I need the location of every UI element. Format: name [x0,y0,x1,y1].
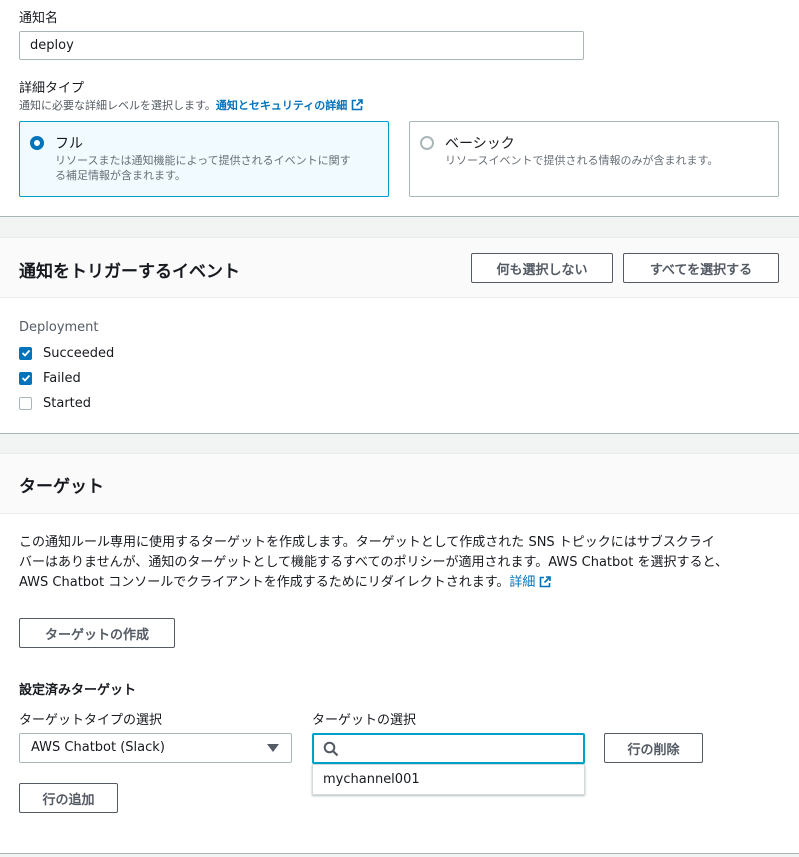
caret-down-icon [267,744,279,752]
succeeded-label: Succeeded [43,345,115,361]
notification-settings-panel: 通知名 詳細タイプ 通知に必要な詳細レベルを選択します。通知とセキュリティの詳細… [0,0,799,217]
deployment-group-label: Deployment [19,320,99,335]
targets-title: ターゲット [19,477,104,497]
basic-radio[interactable] [420,136,434,150]
failed-label: Failed [43,370,81,386]
started-checkbox[interactable] [19,396,32,410]
target-type-select[interactable]: AWS Chatbot (Slack) [19,733,292,763]
detail-type-label: 詳細タイプ [19,81,85,96]
succeeded-checkbox[interactable] [19,346,32,360]
detail-type-tile-basic[interactable]: ベーシック リソースイベントで提供される情報のみが含まれます。 [409,121,779,197]
target-dropdown: mychannel001 [312,764,585,795]
failed-checkbox[interactable] [19,371,32,385]
delete-row-button[interactable]: 行の削除 [604,733,703,763]
select-none-button[interactable]: 何も選択しない [471,253,613,283]
check-icon [21,374,30,382]
search-icon [323,741,339,757]
targets-panel: ターゲット この通知ルール専用に使用するターゲットを作成します。ターゲットとして… [0,454,799,854]
event-succeeded[interactable]: Succeeded [19,344,114,362]
targets-description: この通知ルール専用に使用するターゲットを作成します。ターゲットとして作成された … [19,535,728,590]
target-type-value: AWS Chatbot (Slack) [31,740,165,755]
basic-tile-title: ベーシック [445,136,515,152]
target-select-label: ターゲットの選択 [312,713,417,728]
full-tile-desc-line1: リソースまたは通知機能によって提供されるイベントに関す [55,154,351,167]
add-row-button[interactable]: 行の追加 [19,783,118,813]
full-radio[interactable] [30,136,44,150]
detail-type-description: 通知に必要な詳細レベルを選択します。通知とセキュリティの詳細 [19,97,364,113]
events-panel: 通知をトリガーするイベント 何も選択しない すべてを選択する Deploymen… [0,238,799,434]
event-started[interactable]: Started [19,394,91,412]
target-type-label: ターゲットタイプの選択 [19,713,163,728]
check-icon [21,349,30,357]
event-failed[interactable]: Failed [19,369,81,387]
targets-header: ターゲット [0,454,799,514]
full-tile-desc-line2: る補足情報が含まれます。 [55,169,186,182]
full-tile-title: フル [55,136,83,152]
notification-name-input[interactable] [19,31,584,60]
events-header: 通知をトリガーするイベント 何も選択しない すべてを選択する [0,238,799,298]
external-link-icon [540,576,552,588]
target-search-input[interactable] [312,733,585,764]
notification-security-link[interactable]: 通知とセキュリティの詳細 [216,99,347,112]
events-title: 通知をトリガーするイベント [19,262,240,282]
select-all-button[interactable]: すべてを選択する [623,253,779,283]
notification-name-label: 通知名 [19,11,59,26]
detail-type-tile-full[interactable]: フル リソースまたは通知機能によって提供されるイベントに関す る補足情報が含まれ… [19,121,389,197]
dropdown-option-mychannel001[interactable]: mychannel001 [323,772,420,787]
started-label: Started [43,395,92,411]
targets-details-link[interactable]: 詳細 [509,575,535,590]
basic-tile-desc-line1: リソースイベントで提供される情報のみが含まれます。 [445,154,719,167]
external-link-icon [351,99,364,111]
configured-targets-label: 設定済みターゲット [19,683,137,698]
create-target-button[interactable]: ターゲットの作成 [19,618,175,648]
